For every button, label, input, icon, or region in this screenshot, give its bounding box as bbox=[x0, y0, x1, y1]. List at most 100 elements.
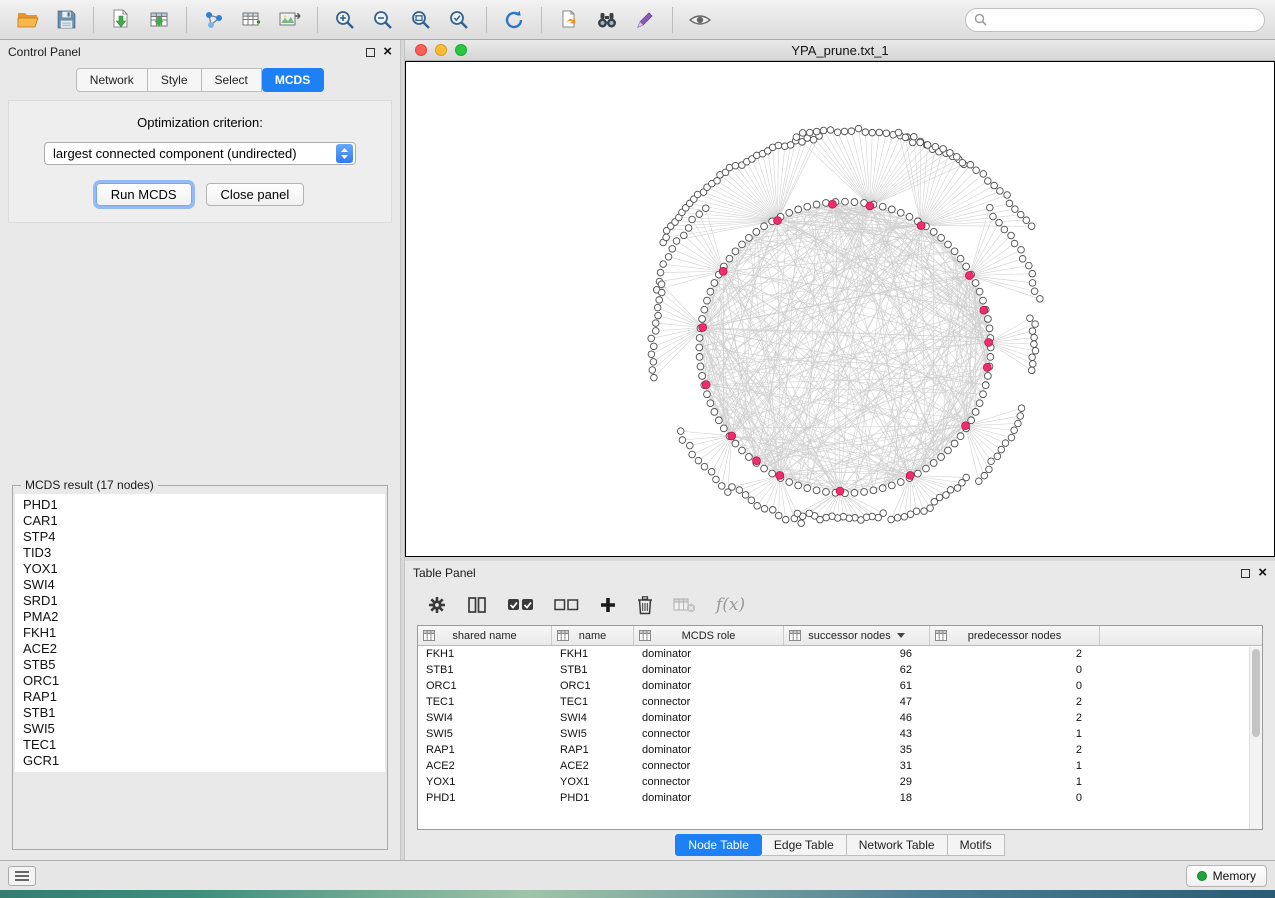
float-table-panel-icon[interactable] bbox=[1241, 569, 1250, 578]
minimize-window-icon[interactable] bbox=[435, 44, 447, 56]
network-graph[interactable] bbox=[406, 62, 1274, 556]
maximize-window-icon[interactable] bbox=[455, 44, 467, 56]
mcds-result-item[interactable]: TID3 bbox=[15, 545, 385, 561]
mcds-result-item[interactable]: ACE2 bbox=[15, 641, 385, 657]
mcds-result-item[interactable]: RAP1 bbox=[15, 689, 385, 705]
mcds-result-item[interactable]: STB5 bbox=[15, 657, 385, 673]
select-all-rows-icon[interactable] bbox=[507, 598, 534, 612]
table-row[interactable]: TEC1TEC1connector472 bbox=[418, 694, 1262, 710]
import-network-file-icon[interactable] bbox=[103, 4, 139, 36]
import-table-file-icon[interactable] bbox=[141, 4, 177, 36]
zoom-fit-icon[interactable] bbox=[403, 4, 439, 36]
zoom-in-icon[interactable] bbox=[327, 4, 363, 36]
cell-predecessors: 0 bbox=[930, 664, 1100, 676]
cell-predecessors: 2 bbox=[930, 712, 1100, 724]
cell-name: STB1 bbox=[552, 664, 634, 676]
table-panel-header: Table Panel × bbox=[405, 561, 1275, 585]
table-row[interactable]: SWI4SWI4dominator462 bbox=[418, 710, 1262, 726]
close-window-icon[interactable] bbox=[415, 44, 427, 56]
zoom-selected-icon[interactable] bbox=[441, 4, 477, 36]
cell-predecessors: 2 bbox=[930, 648, 1100, 660]
search-input[interactable] bbox=[987, 13, 1256, 27]
table-scrollbar[interactable] bbox=[1249, 647, 1262, 829]
column-header-successor-nodes[interactable]: successor nodes bbox=[784, 626, 930, 645]
tab-motifs[interactable]: Motifs bbox=[948, 834, 1005, 856]
tab-edge-table[interactable]: Edge Table bbox=[762, 834, 847, 856]
tab-select[interactable]: Select bbox=[202, 68, 262, 92]
table-row[interactable]: YOX1YOX1connector291 bbox=[418, 774, 1262, 790]
mcds-result-item[interactable]: PMA2 bbox=[15, 609, 385, 625]
tab-network-table[interactable]: Network Table bbox=[847, 834, 948, 856]
refresh-icon[interactable] bbox=[496, 4, 532, 36]
mcds-result-item[interactable]: SWI4 bbox=[15, 577, 385, 593]
network-canvas[interactable] bbox=[405, 61, 1275, 557]
column-header-shared-name[interactable]: shared name bbox=[418, 626, 552, 645]
cell-role: connector bbox=[634, 696, 784, 708]
mcds-result-item[interactable]: ORC1 bbox=[15, 673, 385, 689]
mcds-result-item[interactable]: FKH1 bbox=[15, 625, 385, 641]
toolbar-separator bbox=[486, 7, 487, 33]
search-network-icon[interactable] bbox=[589, 4, 625, 36]
criterion-dropdown-value: largest connected component (undirected) bbox=[45, 146, 336, 161]
dropdown-stepper-icon bbox=[336, 144, 353, 163]
memory-status-dot bbox=[1197, 871, 1207, 881]
annotation-icon[interactable] bbox=[627, 4, 663, 36]
tab-mcds[interactable]: MCDS bbox=[262, 68, 324, 92]
show-graphics-details-icon[interactable] bbox=[682, 4, 718, 36]
new-network-icon[interactable] bbox=[196, 4, 232, 36]
open-file-icon[interactable] bbox=[10, 4, 46, 36]
delete-column-icon[interactable] bbox=[637, 595, 653, 615]
column-header-name[interactable]: name bbox=[552, 626, 634, 645]
delete-table-icon[interactable] bbox=[673, 597, 696, 613]
network-window: YPA_prune.txt_1 bbox=[405, 40, 1275, 557]
save-icon[interactable] bbox=[48, 4, 84, 36]
close-panel-icon[interactable]: × bbox=[383, 47, 392, 57]
toolbar-search[interactable] bbox=[965, 8, 1265, 32]
export-image-icon[interactable] bbox=[272, 4, 308, 36]
run-mcds-button[interactable]: Run MCDS bbox=[96, 183, 192, 206]
tab-node-table[interactable]: Node Table bbox=[675, 834, 762, 856]
float-panel-icon[interactable] bbox=[366, 48, 375, 57]
add-column-icon[interactable] bbox=[599, 596, 617, 614]
function-builder-icon[interactable]: f(x) bbox=[716, 595, 745, 615]
mcds-result-title: MCDS result (17 nodes) bbox=[21, 478, 158, 492]
mcds-result-item[interactable]: TEC1 bbox=[15, 737, 385, 753]
table-row[interactable]: FKH1FKH1dominator962 bbox=[418, 646, 1262, 662]
table-row[interactable]: STB1STB1dominator620 bbox=[418, 662, 1262, 678]
mcds-result-item[interactable]: SRD1 bbox=[15, 593, 385, 609]
table-settings-gear-icon[interactable] bbox=[427, 595, 447, 615]
table-row[interactable]: ORC1ORC1dominator610 bbox=[418, 678, 1262, 694]
tab-style[interactable]: Style bbox=[148, 68, 202, 92]
criterion-dropdown[interactable]: largest connected component (undirected) bbox=[44, 142, 356, 165]
mcds-result-item[interactable]: SWI5 bbox=[15, 721, 385, 737]
tab-network[interactable]: Network bbox=[76, 68, 148, 92]
task-history-button[interactable] bbox=[8, 866, 36, 886]
cell-successors: 31 bbox=[784, 760, 930, 772]
new-table-icon[interactable] bbox=[234, 4, 270, 36]
deselect-all-rows-icon[interactable] bbox=[554, 599, 579, 611]
zoom-out-icon[interactable] bbox=[365, 4, 401, 36]
table-row[interactable]: SWI5SWI5connector431 bbox=[418, 726, 1262, 742]
table-column-icon bbox=[789, 630, 801, 641]
mcds-result-item[interactable]: STB1 bbox=[15, 705, 385, 721]
clone-network-icon[interactable] bbox=[551, 4, 587, 36]
mcds-result-item[interactable]: PHD1 bbox=[15, 497, 385, 513]
table-row[interactable]: RAP1RAP1dominator352 bbox=[418, 742, 1262, 758]
memory-button[interactable]: Memory bbox=[1186, 865, 1267, 887]
mcds-result-item[interactable]: YOX1 bbox=[15, 561, 385, 577]
column-header-MCDS-role[interactable]: MCDS role bbox=[634, 626, 784, 645]
column-header-predecessor-nodes[interactable]: predecessor nodes bbox=[930, 626, 1100, 645]
close-panel-button[interactable]: Close panel bbox=[206, 183, 305, 206]
mcds-result-item[interactable]: STP4 bbox=[15, 529, 385, 545]
toolbar-separator bbox=[93, 7, 94, 33]
table-row[interactable]: PHD1PHD1dominator180 bbox=[418, 790, 1262, 806]
node-table: shared namenameMCDS rolesuccessor nodesp… bbox=[417, 625, 1263, 830]
table-row[interactable]: ACE2ACE2connector311 bbox=[418, 758, 1262, 774]
mcds-result-list[interactable]: PHD1CAR1STP4TID3YOX1SWI4SRD1PMA2FKH1ACE2… bbox=[15, 494, 385, 772]
cell-shared_name: YOX1 bbox=[418, 776, 552, 788]
show-columns-icon[interactable] bbox=[467, 596, 487, 614]
mcds-result-item[interactable]: GCR1 bbox=[15, 753, 385, 769]
close-table-panel-icon[interactable]: × bbox=[1258, 568, 1267, 578]
scrollbar-thumb[interactable] bbox=[1252, 649, 1260, 737]
mcds-result-item[interactable]: CAR1 bbox=[15, 513, 385, 529]
